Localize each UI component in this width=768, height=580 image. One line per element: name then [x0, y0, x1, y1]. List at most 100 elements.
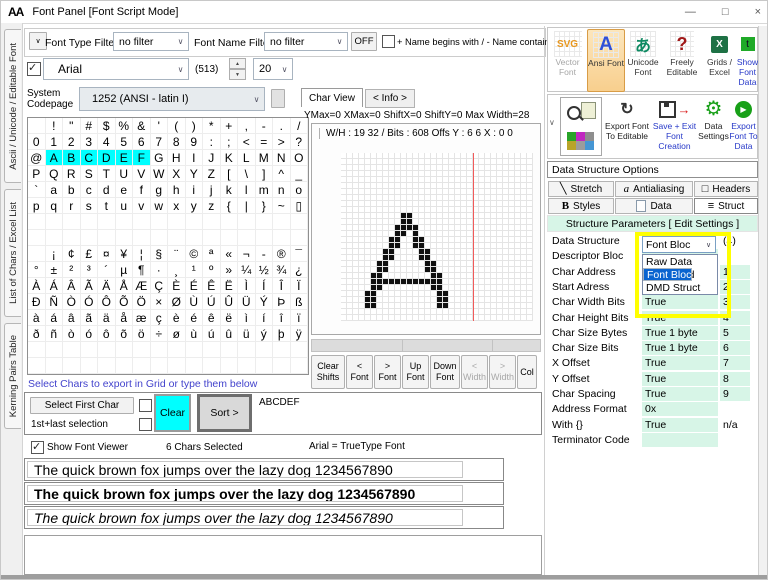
- char-cell[interactable]: [28, 230, 46, 246]
- char-cell[interactable]: Ì: [238, 278, 256, 294]
- char-cell[interactable]: ½: [256, 262, 274, 278]
- filter-off-button[interactable]: OFF: [351, 32, 377, 51]
- font-enabled-checkbox[interactable]: [27, 62, 41, 76]
- char-cell[interactable]: ×: [151, 294, 169, 310]
- char-cell[interactable]: [273, 342, 291, 358]
- char-cell[interactable]: [291, 230, 309, 246]
- char-cell[interactable]: ®: [273, 246, 291, 262]
- char-cell[interactable]: °: [28, 262, 46, 278]
- char-cell[interactable]: m: [256, 182, 274, 198]
- char-cell[interactable]: b: [63, 182, 81, 198]
- char-cell[interactable]: [291, 358, 309, 374]
- struct-param-value[interactable]: True: [642, 372, 718, 386]
- char-cell[interactable]: [81, 214, 99, 230]
- char-cell[interactable]: e: [116, 182, 134, 198]
- char-cell[interactable]: ÿ: [291, 326, 309, 342]
- char-cell[interactable]: Î: [273, 278, 291, 294]
- char-cell[interactable]: *: [203, 118, 221, 134]
- char-cell[interactable]: ¢: [63, 246, 81, 262]
- char-cell[interactable]: 1: [46, 134, 64, 150]
- tab-info[interactable]: < Info >: [365, 89, 415, 108]
- char-cell[interactable]: [46, 214, 64, 230]
- char-cell[interactable]: `: [28, 182, 46, 198]
- char-cell[interactable]: Ø: [168, 294, 186, 310]
- char-cell[interactable]: ¨: [168, 246, 186, 262]
- char-cell[interactable]: s: [81, 198, 99, 214]
- arrow-up-icon[interactable]: ▲: [229, 58, 246, 69]
- char-cell[interactable]: ²: [63, 262, 81, 278]
- char-cell[interactable]: Õ: [116, 294, 134, 310]
- font-size-select[interactable]: 20∨: [253, 58, 293, 80]
- char-cell[interactable]: ¸: [168, 262, 186, 278]
- char-cell[interactable]: Ö: [133, 294, 151, 310]
- char-cell[interactable]: ;: [221, 134, 239, 150]
- char-cell[interactable]: ù: [186, 326, 204, 342]
- char-cell[interactable]: ·: [151, 262, 169, 278]
- up-font[interactable]: UpFont: [402, 355, 429, 389]
- codepage-aux-button[interactable]: [271, 89, 285, 108]
- name-filter-mode-checkbox[interactable]: [382, 35, 395, 48]
- char-cell[interactable]: ó: [81, 326, 99, 342]
- char-cell[interactable]: û: [221, 326, 239, 342]
- char-cell[interactable]: [203, 342, 221, 358]
- char-cell[interactable]: _: [291, 166, 309, 182]
- char-cell[interactable]: [238, 358, 256, 374]
- down-font[interactable]: DownFont: [430, 355, 460, 389]
- char-cell[interactable]: »: [221, 262, 239, 278]
- char-cell[interactable]: ª: [203, 246, 221, 262]
- char-cell[interactable]: [28, 214, 46, 230]
- char-cell[interactable]: ÷: [151, 326, 169, 342]
- char-cell[interactable]: Ú: [203, 294, 221, 310]
- char-cell[interactable]: ": [63, 118, 81, 134]
- char-cell[interactable]: S: [81, 166, 99, 182]
- char-cell[interactable]: Ê: [203, 278, 221, 294]
- char-cell[interactable]: [46, 342, 64, 358]
- char-cell[interactable]: N: [273, 150, 291, 166]
- char-cell[interactable]: ý: [256, 326, 274, 342]
- headers-button[interactable]: □Headers: [694, 181, 758, 197]
- char-cell[interactable]: [98, 342, 116, 358]
- char-cell[interactable]: [133, 214, 151, 230]
- char-cell[interactable]: [238, 230, 256, 246]
- char-cell[interactable]: M: [256, 150, 274, 166]
- char-cell[interactable]: %: [116, 118, 134, 134]
- char-cell[interactable]: =: [256, 134, 274, 150]
- char-cell[interactable]: r: [63, 198, 81, 214]
- char-cell[interactable]: v: [133, 198, 151, 214]
- char-cell[interactable]: ñ: [46, 326, 64, 342]
- char-cell[interactable]: }: [256, 198, 274, 214]
- char-cell[interactable]: [221, 214, 239, 230]
- struct-param-value[interactable]: True 1 byte: [642, 326, 718, 340]
- struct-param-value[interactable]: True: [642, 356, 718, 370]
- char-cell[interactable]: ¬: [238, 246, 256, 262]
- char-cell[interactable]: [116, 342, 134, 358]
- char-cell[interactable]: [98, 230, 116, 246]
- char-cell[interactable]: Í: [256, 278, 274, 294]
- char-cell[interactable]: Û: [221, 294, 239, 310]
- char-cell[interactable]: [63, 214, 81, 230]
- char-cell[interactable]: ´: [98, 262, 116, 278]
- char-cell[interactable]: $: [98, 118, 116, 134]
- char-cell[interactable]: Ó: [81, 294, 99, 310]
- char-cell[interactable]: ï: [291, 310, 309, 326]
- char-cell[interactable]: Ð: [28, 294, 46, 310]
- char-cell[interactable]: F: [133, 150, 151, 166]
- char-cell[interactable]: V: [133, 166, 151, 182]
- vector-font-button[interactable]: SVG Vector Font: [550, 29, 585, 90]
- char-cell[interactable]: [221, 230, 239, 246]
- char-cell[interactable]: z: [203, 198, 221, 214]
- stretch-button[interactable]: ╲Stretch: [548, 181, 614, 197]
- struct-param-value[interactable]: True: [642, 387, 718, 401]
- char-cell[interactable]: y: [186, 198, 204, 214]
- char-cell[interactable]: <: [238, 134, 256, 150]
- char-cell[interactable]: [256, 342, 274, 358]
- char-cell[interactable]: 0: [28, 134, 46, 150]
- char-cell[interactable]: ò: [63, 326, 81, 342]
- char-cell[interactable]: Ã: [81, 278, 99, 294]
- pixel-cell[interactable]: [527, 315, 533, 321]
- char-cell[interactable]: [273, 230, 291, 246]
- char-cell[interactable]: C: [81, 150, 99, 166]
- char-cell[interactable]: ö: [133, 326, 151, 342]
- font-type-filter-select[interactable]: no filter∨: [113, 32, 189, 51]
- char-cell[interactable]: [116, 358, 134, 374]
